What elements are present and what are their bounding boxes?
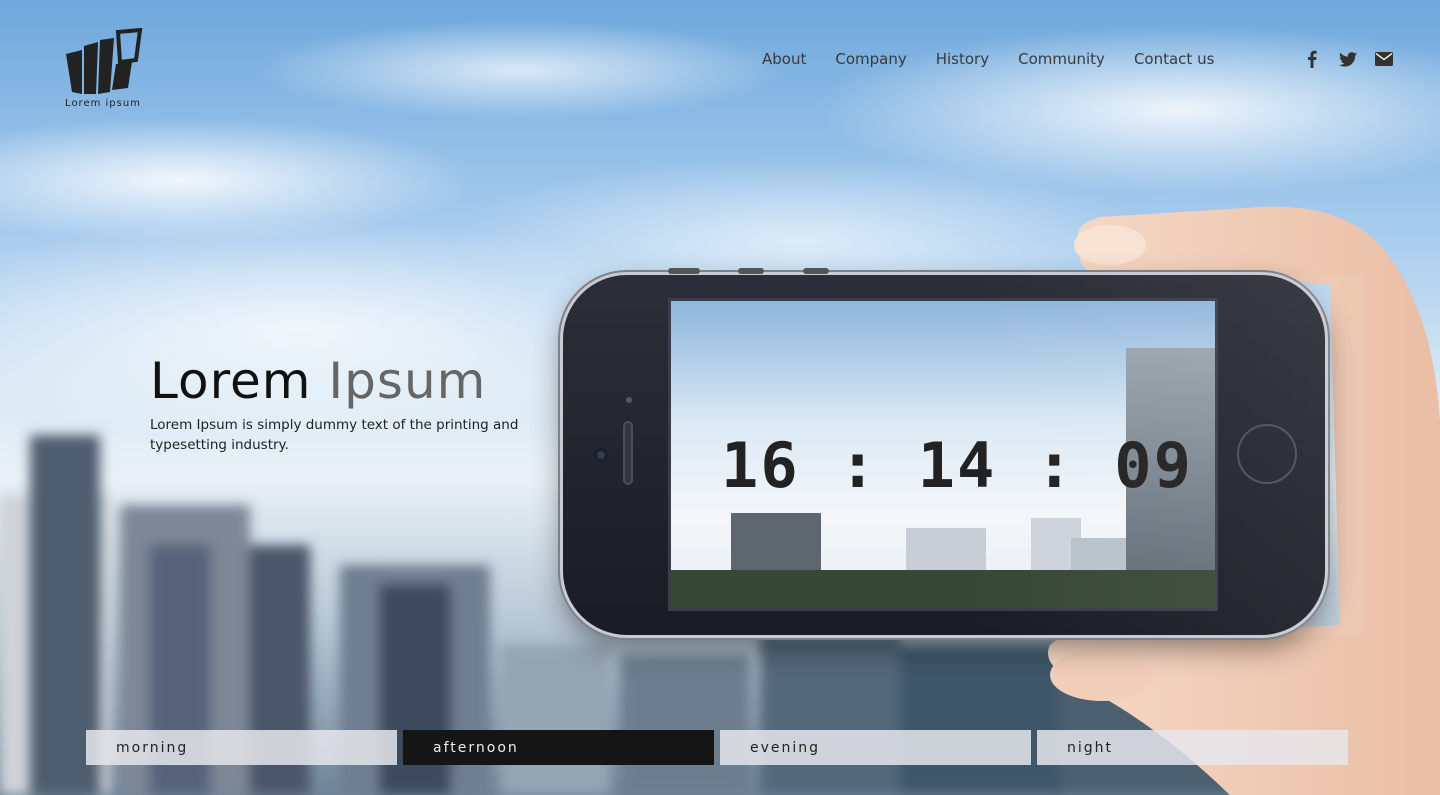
- nav-contact[interactable]: Contact us: [1134, 50, 1214, 68]
- phone-screen: 16 : 14 : 09: [668, 298, 1218, 611]
- tab-morning[interactable]: morning: [86, 730, 397, 765]
- logo-text: Lorem ipsum: [65, 98, 141, 109]
- tab-evening[interactable]: evening: [720, 730, 1031, 765]
- facebook-icon[interactable]: [1302, 49, 1322, 69]
- smartphone: 16 : 14 : 09: [563, 268, 1363, 635]
- nav-community[interactable]: Community: [1018, 50, 1105, 68]
- hero-title-dark: Lorem: [150, 352, 312, 410]
- hero-title-light: Ipsum: [328, 352, 487, 410]
- social-links: [1302, 49, 1394, 69]
- tab-night[interactable]: night: [1037, 730, 1348, 765]
- tab-afternoon[interactable]: afternoon: [403, 730, 714, 765]
- hero-title: Lorem Ipsum: [150, 352, 486, 410]
- brand-logo[interactable]: Lorem ipsum: [58, 28, 148, 112]
- main-nav: About Company History Community Contact …: [762, 50, 1214, 68]
- nav-about[interactable]: About: [762, 50, 806, 68]
- front-camera: [594, 448, 608, 462]
- proximity-sensor: [626, 397, 632, 403]
- envelope-icon[interactable]: [1374, 49, 1394, 69]
- time-of-day-tabs: morning afternoon evening night: [86, 730, 1348, 765]
- nav-history[interactable]: History: [936, 50, 989, 68]
- screen-trees: [671, 570, 1215, 608]
- digital-clock: 16 : 14 : 09: [721, 429, 1193, 502]
- twitter-icon[interactable]: [1338, 49, 1358, 69]
- nav-company[interactable]: Company: [835, 50, 906, 68]
- volume-button: [668, 268, 700, 274]
- volume-button: [738, 268, 764, 274]
- home-button: [1237, 424, 1297, 484]
- power-button: [803, 268, 829, 274]
- hero-subtitle: Lorem Ipsum is simply dummy text of the …: [150, 417, 519, 453]
- buildings-logo-icon: [66, 28, 143, 94]
- earpiece-speaker: [623, 421, 633, 485]
